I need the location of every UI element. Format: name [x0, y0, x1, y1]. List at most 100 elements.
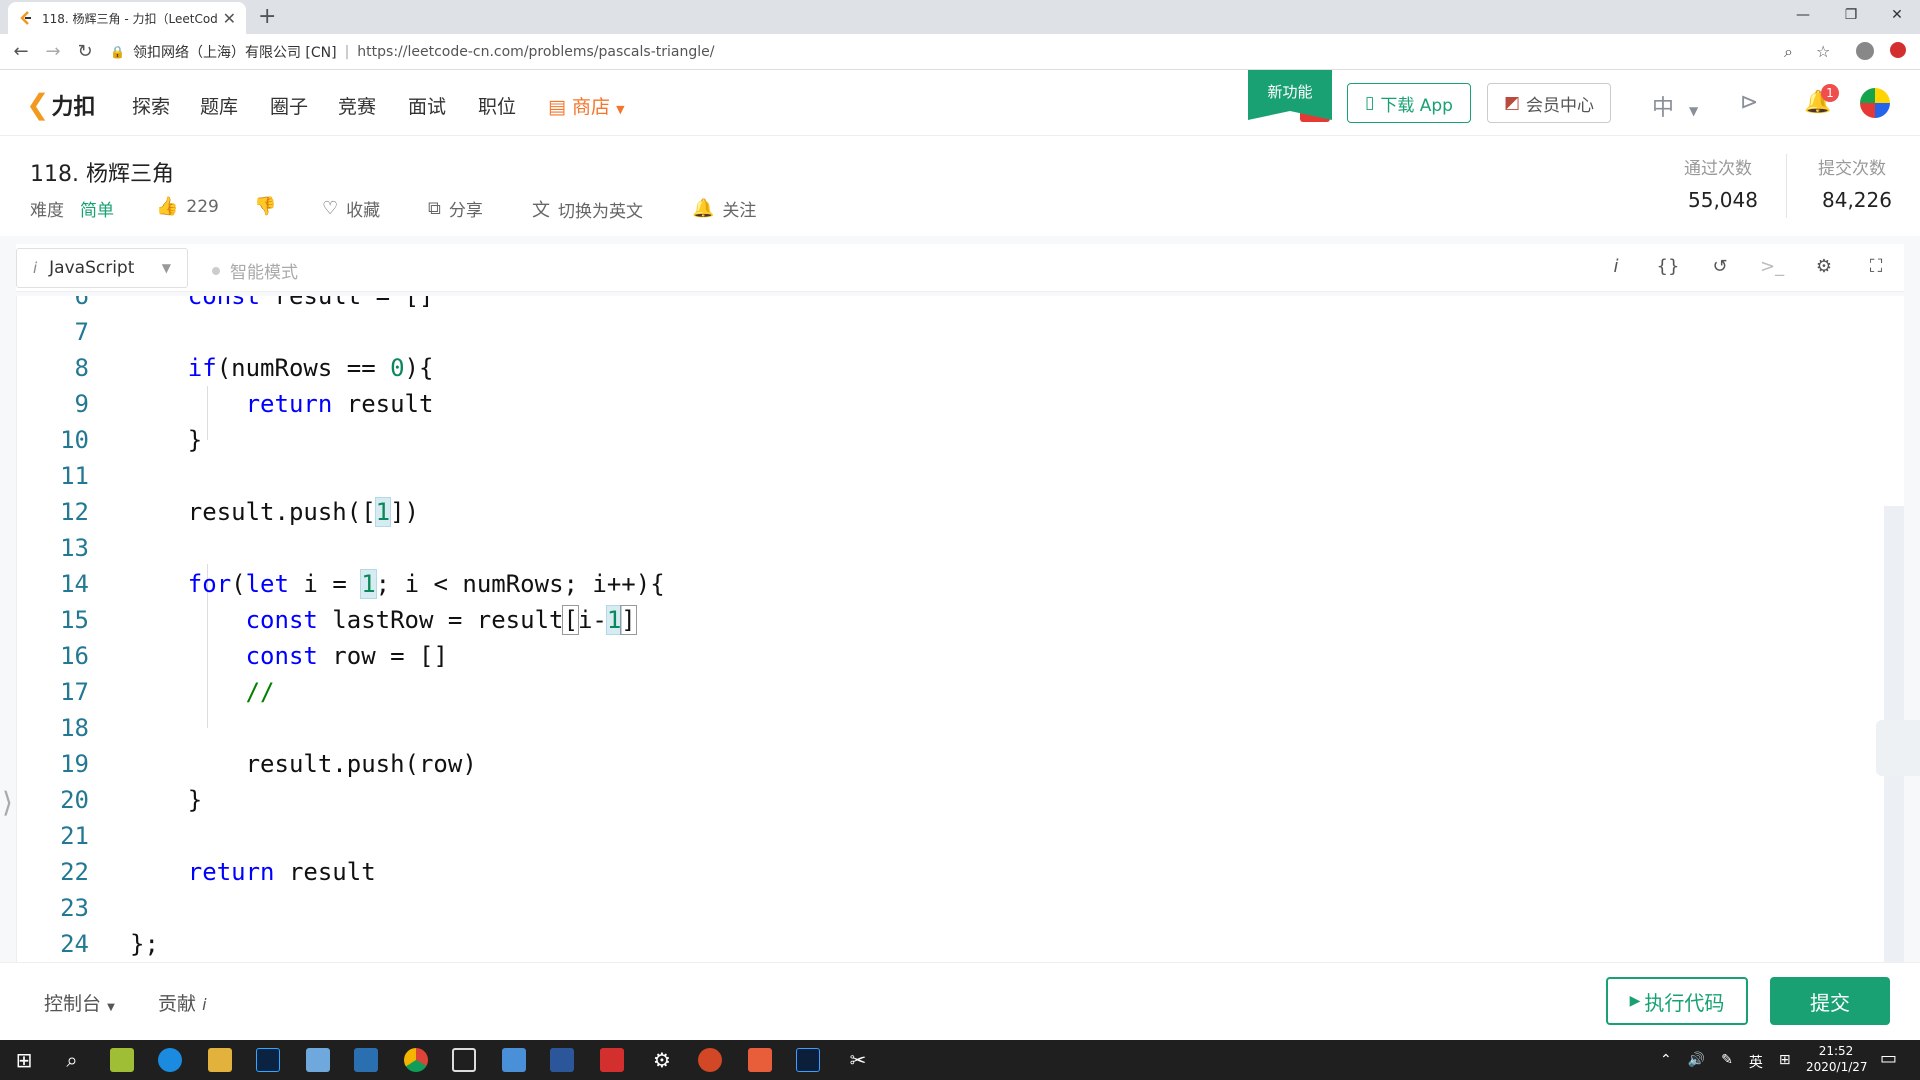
share-button[interactable]: ⧉ 分享: [428, 196, 483, 221]
submit-button[interactable]: 提交: [1770, 977, 1890, 1025]
dislike-button[interactable]: 👎: [254, 196, 284, 217]
app-lambda-icon[interactable]: [110, 1048, 134, 1072]
bookmark-star-icon[interactable]: ☆: [1816, 42, 1830, 61]
close-window-icon[interactable]: ✕: [1874, 2, 1920, 28]
notification-center-icon[interactable]: ▭: [1880, 1048, 1897, 1069]
app-monitor-icon[interactable]: [354, 1048, 378, 1072]
nav-jobs[interactable]: 职位: [478, 92, 516, 119]
switch-english-button[interactable]: 文 切换为英文: [532, 196, 643, 222]
language-switch[interactable]: 中 ▼: [1652, 90, 1698, 122]
terminal-icon[interactable]: >_: [1760, 256, 1784, 277]
line-number: 15: [60, 606, 89, 634]
app-check-icon[interactable]: [158, 1048, 182, 1072]
xmind-icon[interactable]: [748, 1048, 772, 1072]
chevron-up-icon[interactable]: ⌃: [1660, 1052, 1672, 1072]
smart-mode-label: 智能模式: [230, 263, 298, 283]
format-code-icon[interactable]: {}: [1656, 256, 1680, 277]
line-number: 21: [60, 822, 89, 850]
vip-center-button[interactable]: ◩ 会员中心: [1487, 83, 1611, 123]
app-terminal-icon[interactable]: [452, 1048, 476, 1072]
problem-title: 118. 杨辉三角: [30, 162, 174, 187]
code-line: return result: [245, 390, 434, 418]
token-keyword: return: [187, 858, 275, 886]
close-tab-icon[interactable]: ✕: [223, 9, 236, 28]
line-number: 6: [74, 296, 89, 310]
browser-tab[interactable]: 118. 杨辉三角 - 力扣（LeetCod ✕: [8, 2, 246, 34]
app-code-icon[interactable]: [796, 1048, 820, 1072]
reset-code-icon[interactable]: ↺: [1708, 256, 1732, 277]
difficulty-label: 难度: [30, 201, 64, 221]
profile-icon[interactable]: [1856, 42, 1874, 60]
nav-explore[interactable]: 探索: [132, 92, 170, 119]
language-label: 中: [1652, 96, 1675, 121]
photoshop-icon[interactable]: [256, 1048, 280, 1072]
zoom-icon[interactable]: ⌕: [1784, 42, 1793, 62]
app-sticker-icon[interactable]: ✂: [846, 1048, 870, 1072]
reload-icon[interactable]: ↻: [72, 40, 98, 66]
fullscreen-icon[interactable]: ⛶: [1864, 256, 1888, 277]
ime-indicator[interactable]: 英: [1749, 1052, 1763, 1072]
chrome-icon[interactable]: [404, 1048, 428, 1072]
collapse-left-icon[interactable]: ⟩: [2, 786, 13, 819]
language-select[interactable]: i JavaScript ▼: [16, 248, 188, 288]
phone-icon: ▯: [1365, 93, 1375, 113]
token-keyword: const: [245, 642, 318, 670]
chevron-down-icon: ▼: [616, 103, 625, 116]
file-explorer-icon[interactable]: [208, 1048, 232, 1072]
back-icon[interactable]: ←: [8, 40, 34, 66]
nav-interview[interactable]: 面试: [408, 92, 446, 119]
app-remote-icon[interactable]: [502, 1048, 526, 1072]
extension-icon[interactable]: [1890, 42, 1906, 58]
new-tab-icon[interactable]: +: [258, 4, 276, 29]
settings-gear-icon[interactable]: ⚙: [650, 1048, 674, 1072]
nav-circle[interactable]: 圈子: [270, 92, 308, 119]
favorite-button[interactable]: ♡ 收藏: [322, 196, 380, 221]
difficulty-value: 简单: [80, 201, 114, 221]
windows-start-icon[interactable]: ⊞: [12, 1048, 36, 1072]
volume-icon[interactable]: 🔊: [1688, 1052, 1705, 1072]
playground-icon[interactable]: ⊳: [1740, 90, 1758, 115]
line-number: 22: [60, 858, 89, 886]
contribute-link[interactable]: 贡献 i: [158, 989, 207, 1016]
new-feature-ribbon[interactable]: 新功能: [1248, 70, 1332, 120]
language-value: JavaScript: [49, 258, 135, 278]
app-window-icon[interactable]: [306, 1048, 330, 1072]
like-button[interactable]: 👍 229: [156, 196, 219, 217]
search-icon[interactable]: ⌕: [60, 1048, 84, 1072]
line-number: 18: [60, 714, 89, 742]
site-logo[interactable]: ❮ 力扣: [26, 88, 95, 121]
clock-time: 21:52: [1818, 1044, 1854, 1058]
thumbs-up-icon: 👍: [156, 196, 179, 217]
clock[interactable]: 21:52 2020/1/27: [1806, 1043, 1868, 1075]
nav-shop[interactable]: ▤ 商店 ▼: [548, 92, 625, 119]
nav-contest[interactable]: 竞赛: [338, 92, 376, 119]
token-number: 1: [360, 569, 377, 599]
code-editor[interactable]: 6 7 8 9 10 11 12 13 14 15 16 17 18 19 20…: [16, 296, 1904, 962]
token-keyword: const: [187, 296, 261, 310]
forward-icon[interactable]: →: [40, 40, 66, 66]
youdao-icon[interactable]: [600, 1048, 624, 1072]
smart-mode-toggle[interactable]: 智能模式: [212, 258, 298, 283]
minimize-icon[interactable]: —: [1780, 2, 1826, 28]
side-panel-toggle[interactable]: [1876, 720, 1920, 776]
follow-button[interactable]: 🔔 关注: [692, 196, 756, 221]
avatar[interactable]: [1860, 88, 1890, 118]
info-icon: i: [33, 259, 38, 277]
code-line: const result = []: [130, 296, 1830, 314]
nav-problems[interactable]: 题库: [200, 92, 238, 119]
download-app-button[interactable]: ▯ 下载 App: [1347, 83, 1471, 123]
run-code-button[interactable]: ▶ 执行代码: [1606, 977, 1748, 1025]
editor-panel: i JavaScript ▼ 智能模式 i {} ↺ >_ ⚙ ⛶ 6 7 8 …: [0, 236, 1920, 962]
ime-grid-icon[interactable]: ⊞: [1779, 1052, 1791, 1072]
console-toggle[interactable]: 控制台 ▼: [44, 989, 115, 1016]
powerpoint-icon[interactable]: [698, 1048, 722, 1072]
restore-icon[interactable]: ❐: [1828, 2, 1874, 28]
line-number: 11: [60, 462, 89, 490]
visio-icon[interactable]: [550, 1048, 574, 1072]
settings-icon[interactable]: ⚙: [1812, 256, 1836, 277]
info-icon[interactable]: i: [1604, 256, 1628, 277]
pen-icon[interactable]: ✎: [1721, 1052, 1733, 1072]
omnibox[interactable]: 🔒 领扣网络（上海）有限公司 [CN] | https://leetcode-c…: [110, 38, 1810, 66]
